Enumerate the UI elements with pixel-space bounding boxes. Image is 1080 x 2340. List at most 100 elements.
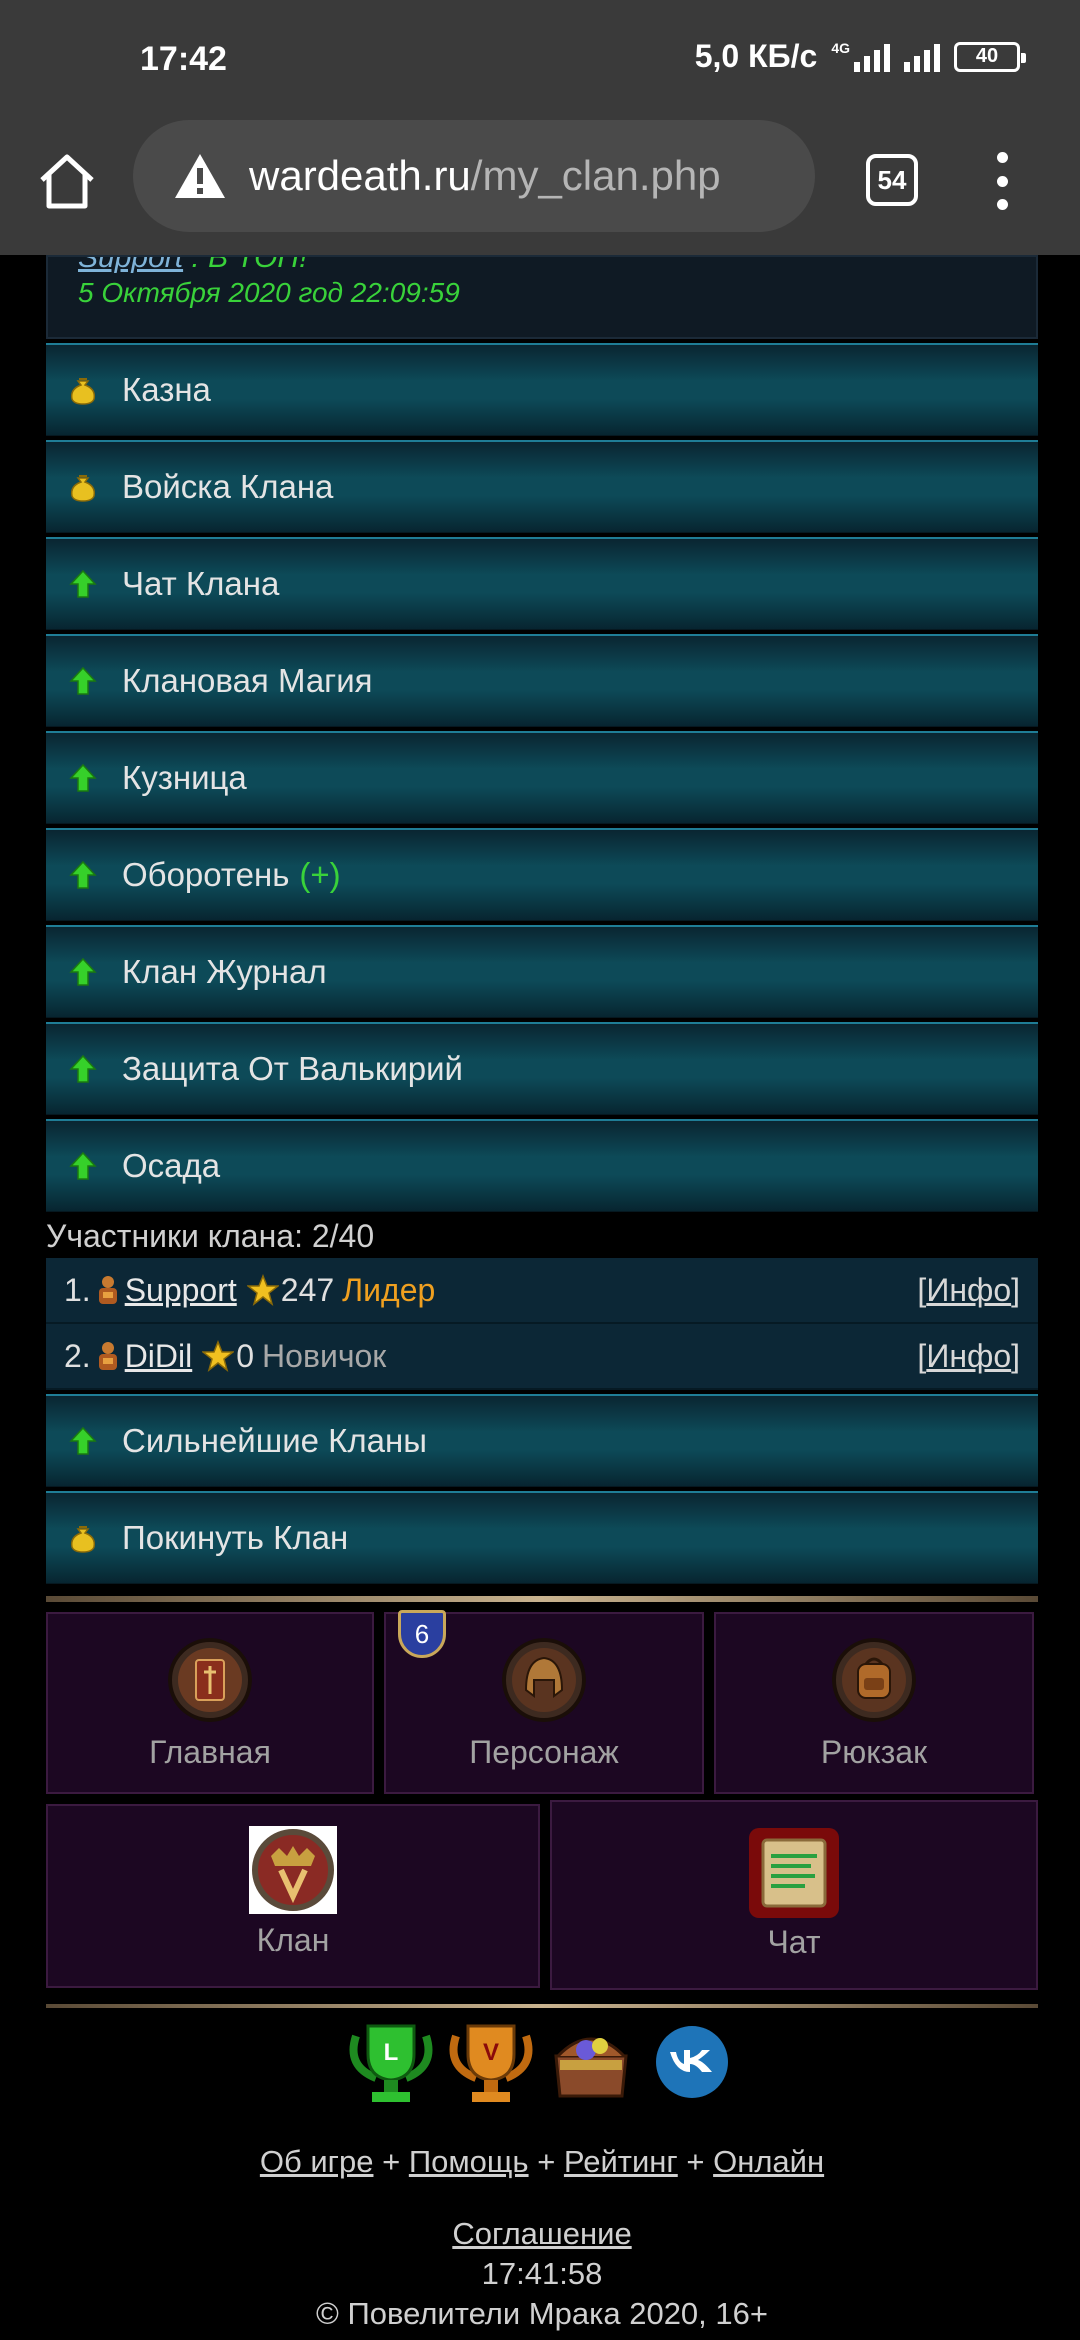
clan-menu-bottom: Сильнейшие Кланы Покинуть Клан bbox=[46, 1394, 1038, 1584]
star-icon bbox=[246, 1274, 279, 1306]
signal-icon bbox=[904, 42, 940, 72]
nav-character-button[interactable]: 6 Персонаж bbox=[384, 1610, 704, 1794]
menu-item-label: Казна bbox=[122, 371, 211, 408]
menu-item[interactable]: Чат Клана bbox=[46, 537, 1038, 630]
menu-item[interactable]: Войска Клана bbox=[46, 440, 1038, 533]
network-speed: 5,0 КБ/с bbox=[694, 38, 818, 74]
menu-item[interactable]: Клановая Магия bbox=[46, 634, 1038, 727]
green-arrow-up-icon bbox=[68, 1426, 98, 1456]
menu-item-label: Войска Клана bbox=[122, 468, 334, 505]
rating-link[interactable]: Рейтинг bbox=[564, 2144, 678, 2179]
green-arrow-up-icon bbox=[68, 1151, 98, 1181]
members-title: Участники клана: 2/40 bbox=[46, 1218, 375, 1254]
menu-item-label: Сильнейшие Кланы bbox=[122, 1422, 427, 1459]
victory-trophy-icon[interactable]: V bbox=[446, 2016, 536, 2108]
svg-text:V: V bbox=[483, 2039, 499, 2066]
browser-toolbar: wardeath.ru/my_clan.php 54 bbox=[0, 120, 1080, 255]
url-bar[interactable]: wardeath.ru/my_clan.php bbox=[133, 120, 815, 232]
menu-item[interactable]: Осада bbox=[46, 1119, 1038, 1212]
member-row: 1. Support 247 Лидер [Инфо] bbox=[46, 1258, 1038, 1324]
news-text: : В ТОП! bbox=[183, 255, 308, 274]
copyright: © Повелители Мрака 2020, 16+ bbox=[316, 2296, 768, 2331]
tabs-counter-button[interactable]: 54 bbox=[866, 154, 918, 206]
news-date: 5 Октября 2020 год 22:09:59 bbox=[78, 277, 460, 308]
nav-backpack-label: Рюкзак bbox=[820, 1734, 928, 1770]
menu-item-label: Оборотень bbox=[122, 856, 290, 893]
clan-news: Support : В ТОП! 5 Октября 2020 год 22:0… bbox=[46, 255, 1038, 339]
battery-icon: 40 bbox=[954, 41, 1026, 72]
menu-item[interactable]: Казна bbox=[46, 343, 1038, 436]
online-link[interactable]: Онлайн bbox=[713, 2144, 824, 2179]
status-indicators: 5,0 КБ/с 4G 40 bbox=[694, 38, 1026, 75]
menu-item[interactable]: Покинуть Клан bbox=[46, 1491, 1038, 1584]
about-link[interactable]: Об игре bbox=[260, 2144, 374, 2179]
menu-item[interactable]: Оборотень (+) bbox=[46, 828, 1038, 921]
member-info-label: Инфо bbox=[926, 1271, 1012, 1308]
nav-backpack-button[interactable]: Рюкзак bbox=[714, 1612, 1034, 1794]
member-number: 2. bbox=[64, 1337, 91, 1374]
page-content: Support : В ТОП! 5 Октября 2020 год 22:0… bbox=[46, 255, 1038, 2332]
menu-item[interactable]: Защита От Валькирий bbox=[46, 1022, 1038, 1115]
green-arrow-up-icon bbox=[68, 1054, 98, 1084]
url-host: wardeath.ru bbox=[249, 152, 471, 199]
help-link[interactable]: Помощь bbox=[409, 2144, 529, 2179]
member-rank: Новичок bbox=[262, 1337, 387, 1374]
menu-item-label: Осада bbox=[122, 1147, 221, 1184]
nav-main-button[interactable]: Главная bbox=[46, 1612, 374, 1794]
home-icon[interactable] bbox=[36, 150, 98, 212]
scroll-chat-icon bbox=[749, 1828, 839, 1918]
agreement-link[interactable]: Соглашение bbox=[452, 2216, 631, 2251]
nav-row-bottom: Клан Чат bbox=[46, 1800, 1038, 1990]
money-bag-icon bbox=[68, 1523, 98, 1553]
menu-item[interactable]: Кузница bbox=[46, 731, 1038, 824]
nav-clan-label: Клан bbox=[256, 1922, 330, 1958]
menu-item-label: Кузница bbox=[122, 759, 247, 796]
member-score: 0 bbox=[236, 1337, 255, 1374]
divider bbox=[46, 2004, 1038, 2008]
nav-character-label: Персонаж bbox=[469, 1734, 619, 1770]
link-separator: + bbox=[382, 2144, 401, 2179]
backpack-icon bbox=[832, 1638, 916, 1722]
footer-icons: L V bbox=[46, 2016, 1038, 2108]
member-row: 2. DiDil 0 Новичок [Инфо] bbox=[46, 1324, 1038, 1390]
news-line: Support : В ТОП! bbox=[78, 255, 308, 275]
member-info-link[interactable]: [Инфо] bbox=[917, 1272, 1020, 1309]
member-name-link[interactable]: Support bbox=[125, 1272, 237, 1309]
menu-item-label: Чат Клана bbox=[122, 565, 280, 602]
menu-item-label: Клановая Магия bbox=[122, 662, 373, 699]
nav-chat-button[interactable]: Чат bbox=[550, 1800, 1038, 1990]
menu-item-label: Защита От Валькирий bbox=[122, 1050, 463, 1087]
member-rank: Лидер bbox=[342, 1271, 436, 1308]
nav-chat-label: Чат bbox=[767, 1924, 821, 1960]
clan-emblem-icon bbox=[249, 1826, 337, 1914]
footer-links: Об игре + Помощь + Рейтинг + Онлайн bbox=[46, 2144, 1038, 2180]
money-bag-icon bbox=[68, 375, 98, 405]
warning-icon[interactable] bbox=[173, 152, 227, 200]
member-score: 247 bbox=[280, 1271, 335, 1308]
book-icon bbox=[168, 1638, 252, 1722]
menu-item-extra: (+) bbox=[299, 856, 341, 893]
treasure-chest-icon[interactable] bbox=[546, 2016, 636, 2108]
menu-item[interactable]: Сильнейшие Кланы bbox=[46, 1394, 1038, 1487]
money-bag-icon bbox=[68, 472, 98, 502]
top-trophy-icon[interactable]: L bbox=[346, 2016, 436, 2108]
nav-clan-button[interactable]: Клан bbox=[46, 1804, 540, 1988]
member-name-link[interactable]: DiDil bbox=[125, 1338, 193, 1375]
menu-item-label: Клан Журнал bbox=[122, 953, 327, 990]
menu-item[interactable]: Клан Журнал bbox=[46, 925, 1038, 1018]
warrior-avatar-icon bbox=[98, 1276, 117, 1304]
network-type: 4G bbox=[831, 39, 850, 56]
link-separator: + bbox=[537, 2144, 556, 2179]
battery-level: 40 bbox=[975, 45, 999, 67]
clan-menu: Казна Войска Клана Чат Клана Клановая Магия… bbox=[46, 343, 1038, 1212]
vk-icon[interactable] bbox=[646, 2016, 738, 2108]
member-info-link[interactable]: [Инфо] bbox=[917, 1338, 1020, 1375]
nav-row-top: Главная 6 Персонаж Рюкзак bbox=[46, 1610, 1038, 1794]
signal-icon bbox=[854, 42, 890, 72]
members-list: 1. Support 247 Лидер [Инфо] 2. DiDil 0 Новичок [И… bbox=[46, 1258, 1038, 1390]
link-separator: + bbox=[686, 2144, 705, 2179]
green-arrow-up-icon bbox=[68, 957, 98, 987]
news-author-link[interactable]: Support bbox=[78, 257, 183, 274]
nav-main-label: Главная bbox=[149, 1734, 271, 1770]
more-menu-icon[interactable] bbox=[990, 152, 1014, 210]
